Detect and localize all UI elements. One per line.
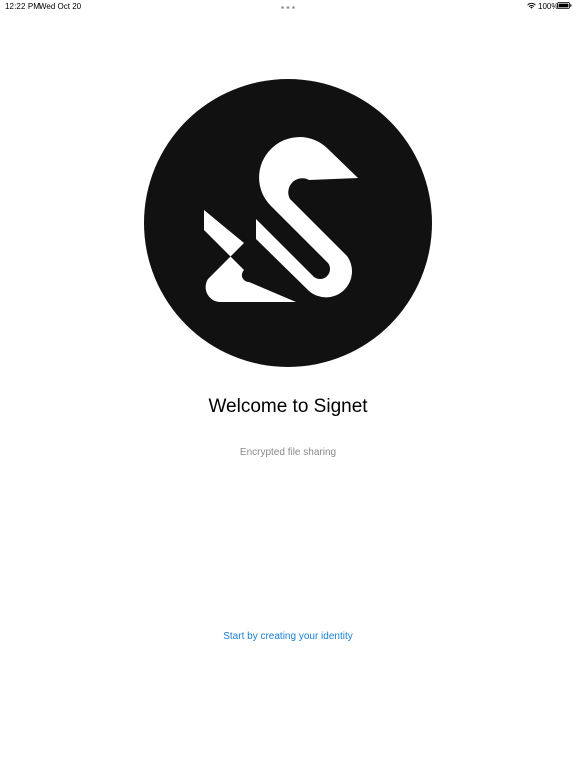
status-bar: 12:22 PM Wed Oct 20 100% (0, 0, 576, 14)
battery-percentage: 100% (538, 2, 559, 11)
signet-logo (144, 79, 432, 367)
status-time: 12:22 PM (5, 2, 41, 11)
welcome-subtitle: Encrypted file sharing (239, 447, 337, 458)
create-identity-link-container: Start by creating your identity (0, 631, 576, 642)
create-identity-link[interactable]: Start by creating your identity (223, 631, 353, 642)
welcome-title: Welcome to Signet (208, 396, 368, 417)
battery-icon (557, 2, 572, 9)
status-date: Wed Oct 20 (39, 2, 82, 11)
multitask-dots-icon[interactable] (281, 6, 295, 9)
wifi-icon (527, 2, 536, 9)
